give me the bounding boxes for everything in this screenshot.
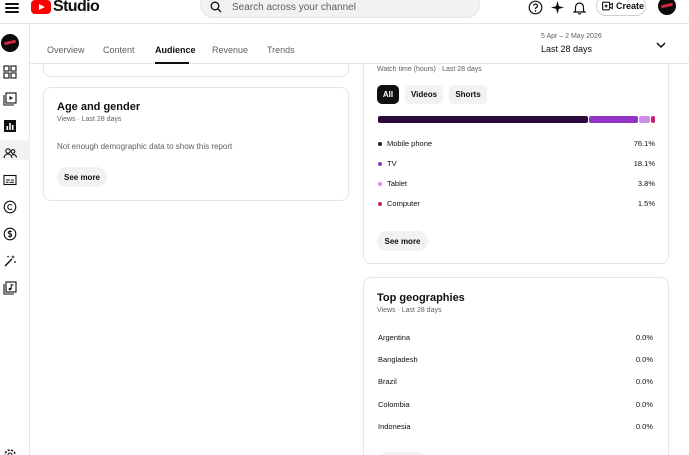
geo-row: Brazil 0.0% (378, 377, 653, 389)
logo-text: Studio (53, 0, 100, 15)
date-range[interactable]: 5 Apr – 2 May 2026 (541, 33, 602, 40)
device-type-subtitle: Watch time (hours) · Last 28 days (377, 66, 482, 73)
analytics-tabs-bar: Overview Content Audience Revenue Trends… (30, 24, 689, 64)
geo-value: 0.0% (635, 400, 653, 409)
search-input[interactable]: Search across your channel (200, 0, 480, 18)
earn-icon[interactable] (3, 227, 17, 241)
legend-dot (378, 202, 382, 206)
content-icon[interactable] (3, 92, 17, 106)
age-gender-card: Age and gender Views · Last 28 days Not … (43, 87, 349, 201)
geo-row: Colombia 0.0% (378, 400, 653, 412)
tab-overview[interactable]: Overview (47, 45, 85, 55)
no-data-message: Not enough demographic data to show this… (57, 142, 233, 151)
device-value: 18.1% (633, 159, 655, 168)
help-icon[interactable] (528, 0, 543, 15)
device-type-body: Watch time (hours) · Last 28 days All Vi… (364, 65, 670, 265)
filter-all[interactable]: All (377, 85, 399, 104)
top-geographies-card: Top geographies Views · Last 28 days Arg… (363, 277, 669, 455)
device-value: 3.8% (637, 179, 655, 188)
channel-avatar[interactable] (1, 34, 19, 52)
legend-dot (378, 142, 382, 146)
device-value: 76.1% (633, 139, 655, 148)
main-content: Age and gender Views · Last 28 days Not … (30, 64, 689, 455)
device-label: TV (387, 159, 397, 168)
legend-dot (378, 162, 382, 166)
device-share-segment (650, 116, 655, 123)
device-share-segment (588, 116, 639, 123)
create-button[interactable]: Create (596, 0, 646, 16)
device-row: Tablet 3.8% (378, 179, 655, 191)
tab-trends[interactable]: Trends (267, 45, 295, 55)
search-icon (210, 1, 222, 13)
create-video-icon (602, 1, 613, 11)
device-row: Mobile phone 76.1% (378, 139, 655, 151)
left-nav-rail (0, 24, 30, 455)
geo-value: 0.0% (635, 377, 653, 386)
subtitles-icon[interactable] (3, 173, 17, 187)
geo-country: Brazil (378, 377, 397, 386)
account-avatar[interactable] (658, 0, 676, 15)
top-header: Studio Search across your channel Create (0, 0, 689, 24)
tab-revenue[interactable]: Revenue (212, 45, 248, 55)
device-row: TV 18.1% (378, 159, 655, 171)
settings-icon[interactable] (3, 448, 17, 455)
sparkle-icon[interactable] (550, 0, 565, 15)
customization-icon[interactable] (3, 254, 17, 268)
geo-value: 0.0% (635, 355, 653, 364)
device-row: Computer 1.5% (378, 199, 655, 211)
age-gender-subtitle: Views · Last 28 days (57, 116, 122, 123)
geo-country: Bangladesh (378, 355, 418, 364)
geo-value: 0.0% (635, 422, 653, 431)
geo-value: 0.0% (635, 333, 653, 342)
filter-videos[interactable]: Videos (405, 85, 443, 104)
geo-row: Bangladesh 0.0% (378, 355, 653, 367)
geo-country: Colombia (378, 400, 410, 409)
search-placeholder: Search across your channel (232, 2, 356, 13)
analytics-icon[interactable] (3, 119, 17, 133)
copyright-icon[interactable] (3, 200, 17, 214)
date-period[interactable]: Last 28 days (541, 44, 592, 54)
device-type-see-more-button[interactable]: See more (377, 231, 428, 251)
bell-icon[interactable] (572, 0, 587, 15)
previous-card (43, 64, 349, 77)
device-share-bar (378, 116, 655, 123)
device-value: 1.5% (637, 199, 655, 208)
device-label: Mobile phone (387, 139, 433, 148)
geo-country: Indonesia (378, 422, 411, 431)
device-label: Computer (387, 199, 420, 208)
chevron-down-icon[interactable] (655, 39, 667, 51)
geo-country: Argentina (378, 333, 411, 342)
device-label: Tablet (387, 179, 408, 188)
legend-dot (378, 182, 382, 186)
create-label: Create (616, 1, 645, 11)
hamburger-icon[interactable] (5, 1, 19, 15)
dashboard-icon[interactable] (3, 65, 17, 79)
geo-row: Argentina 0.0% (378, 333, 653, 345)
top-geographies-subtitle: Views · Last 28 days (377, 307, 442, 314)
device-type-card: Watch time (hours) · Last 28 days All Vi… (363, 64, 669, 264)
top-geographies-title: Top geographies (377, 292, 465, 304)
community-icon[interactable] (3, 146, 17, 160)
tab-content[interactable]: Content (103, 45, 135, 55)
studio-logo[interactable]: Studio (31, 0, 100, 16)
tab-audience[interactable]: Audience (155, 45, 196, 55)
audio-library-icon[interactable] (3, 281, 17, 295)
age-gender-title: Age and gender (57, 101, 141, 113)
youtube-play-icon (31, 0, 51, 14)
device-share-segment (639, 116, 650, 123)
age-gender-see-more-button[interactable]: See more (57, 167, 107, 187)
geo-row: Indonesia 0.0% (378, 422, 653, 434)
filter-shorts[interactable]: Shorts (449, 85, 487, 104)
device-share-segment (378, 116, 588, 123)
